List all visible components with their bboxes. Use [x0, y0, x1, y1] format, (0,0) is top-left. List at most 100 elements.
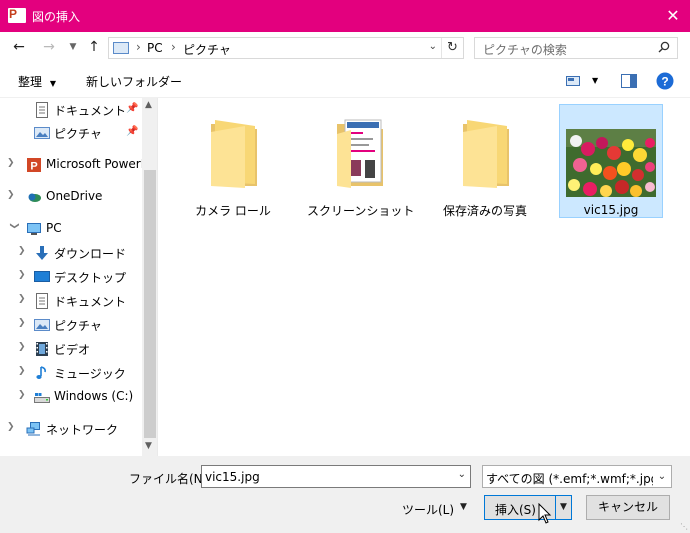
drive-icon: [34, 393, 50, 403]
expand-chevron-icon[interactable]: ❯: [18, 294, 28, 304]
file-item-label: カメラ ロール: [195, 204, 271, 218]
sidebar-scrollbar[interactable]: ▲ ▼: [142, 98, 157, 456]
sidebar-item-videos[interactable]: ❯ ビデオ: [0, 337, 142, 361]
folder-icon: [463, 120, 509, 188]
up-arrow-icon[interactable]: ↑: [85, 38, 103, 56]
insert-label: 挿入(S): [495, 503, 536, 517]
sidebar-item-microsoft-powerpoint[interactable]: ❯ P Microsoft PowerP: [0, 153, 148, 177]
breadcrumb-separator-icon[interactable]: ›: [136, 40, 141, 54]
sidebar-item-downloads[interactable]: ❯ ダウンロード: [0, 241, 142, 265]
onedrive-icon: [28, 193, 41, 202]
file-item-saved-pictures[interactable]: 保存済みの写真: [433, 104, 537, 218]
sidebar-item-label: ドキュメント: [54, 295, 127, 309]
tools-menu-button[interactable]: ツール(L): [402, 501, 454, 518]
file-type-value: すべての図 (*.emf;*.wmf;*.jpg;*.jp: [486, 472, 672, 486]
insert-dropdown-icon[interactable]: ▼: [555, 496, 571, 519]
breadcrumb-separator-icon[interactable]: ›: [171, 40, 176, 54]
scroll-down-arrow-icon[interactable]: ▼: [145, 441, 152, 451]
sidebar-item-label: ピクチャ: [54, 319, 102, 333]
expand-chevron-icon[interactable]: ❯: [18, 246, 28, 256]
file-item-camera-roll[interactable]: カメラ ロール: [181, 104, 285, 218]
expand-chevron-icon[interactable]: ❯: [18, 318, 28, 328]
back-arrow-icon[interactable]: ←: [10, 38, 28, 56]
file-item-label: スクリーンショット: [307, 204, 415, 218]
new-folder-button[interactable]: 新しいフォルダー: [86, 73, 182, 90]
file-type-select[interactable]: すべての図 (*.emf;*.wmf;*.jpg;*.jp ⌄: [482, 465, 672, 488]
collapse-chevron-icon[interactable]: ❯: [9, 222, 19, 232]
desktop-icon: [34, 271, 50, 282]
navigation-pane: ドキュメント 📌 ピクチャ 📌 ❯ P Microsoft PowerP ❯ O…: [0, 98, 158, 456]
sidebar-item-label: ドキュメント: [54, 104, 127, 118]
organize-button[interactable]: 整理 ▼: [18, 73, 56, 90]
cancel-button[interactable]: キャンセル: [586, 495, 670, 520]
sidebar-item-label: ピクチャ: [54, 127, 102, 141]
powerpoint-icon: P: [27, 158, 41, 173]
resize-grip-icon[interactable]: ⋱: [680, 522, 688, 531]
forward-arrow-icon[interactable]: →: [40, 38, 58, 56]
pc-icon: [27, 223, 41, 235]
document-icon: [36, 102, 48, 118]
recent-locations-chevron-icon[interactable]: ▼: [64, 38, 82, 56]
sidebar-item-music[interactable]: ❯ ミュージック: [0, 361, 142, 385]
refresh-icon[interactable]: ↻: [441, 38, 463, 58]
video-icon: [36, 342, 48, 356]
preview-pane-icon[interactable]: [621, 74, 637, 88]
expand-chevron-icon[interactable]: ❯: [7, 422, 17, 432]
insert-button[interactable]: 挿入(S) ▼: [484, 495, 572, 520]
sidebar-item-label: OneDrive: [46, 189, 103, 203]
sidebar-item-pictures-quick[interactable]: ピクチャ 📌: [0, 121, 142, 145]
expand-chevron-icon[interactable]: ❯: [18, 390, 28, 400]
sidebar-item-windows-c[interactable]: ❯ Windows (C:): [0, 385, 142, 409]
expand-chevron-icon[interactable]: ❯: [18, 366, 28, 376]
view-options-icon[interactable]: [566, 74, 584, 88]
expand-chevron-icon[interactable]: ❯: [7, 158, 17, 168]
sidebar-item-label: PC: [46, 221, 62, 235]
pin-icon: 📌: [126, 103, 139, 114]
image-thumbnail: [566, 129, 656, 197]
sidebar-item-desktop[interactable]: ❯ デスクトップ: [0, 265, 142, 289]
scroll-up-arrow-icon[interactable]: ▲: [145, 100, 152, 110]
address-dropdown-icon[interactable]: ⌄: [429, 41, 437, 52]
chevron-down-icon[interactable]: ⌄: [653, 466, 671, 487]
close-button[interactable]: ✕: [656, 0, 690, 32]
command-toolbar: 整理 ▼ 新しいフォルダー ▼ ?: [0, 64, 690, 98]
network-icon: [26, 422, 40, 436]
powerpoint-app-icon: [8, 7, 26, 23]
chevron-down-icon: ▼: [49, 79, 56, 88]
expand-chevron-icon[interactable]: ❯: [18, 270, 28, 280]
address-bar[interactable]: › PC › ピクチャ ⌄ ↻: [108, 37, 464, 59]
sidebar-item-documents[interactable]: ❯ ドキュメント: [0, 289, 142, 313]
file-item-label: 保存済みの写真: [442, 204, 527, 218]
file-item-vic15-jpg[interactable]: vic15.jpg: [559, 104, 663, 218]
pictures-icon: [34, 127, 50, 139]
window-title: 図の挿入: [32, 10, 81, 24]
breadcrumb-pc[interactable]: PC: [147, 41, 163, 55]
expand-chevron-icon[interactable]: ❯: [7, 190, 17, 200]
sidebar-item-label: ミュージック: [54, 367, 126, 381]
filename-input[interactable]: vic15.jpg ⌄: [201, 465, 471, 488]
sidebar-item-pictures[interactable]: ❯ ピクチャ: [0, 313, 142, 337]
scrollbar-thumb[interactable]: [144, 170, 156, 438]
sidebar-item-network[interactable]: ❯ ネットワーク: [0, 417, 142, 441]
tools-dropdown-icon[interactable]: ▼: [460, 502, 467, 512]
help-icon[interactable]: ?: [656, 72, 674, 90]
svg-text:?: ?: [661, 75, 668, 89]
dialog-footer: ファイル名(N): vic15.jpg ⌄ すべての図 (*.emf;*.wmf…: [0, 456, 690, 533]
download-icon: [36, 246, 48, 260]
search-input[interactable]: ピクチャの検索: [474, 37, 678, 59]
file-item-screenshots[interactable]: スクリーンショット: [307, 104, 415, 218]
sidebar-item-documents-quick[interactable]: ドキュメント 📌: [0, 98, 142, 122]
sidebar-item-pc[interactable]: ❯ PC: [0, 217, 142, 241]
expand-chevron-icon[interactable]: ❯: [18, 342, 28, 352]
document-icon: [36, 293, 48, 309]
breadcrumb-pictures[interactable]: ピクチャ: [183, 41, 231, 58]
organize-label: 整理: [18, 75, 43, 89]
view-dropdown-icon[interactable]: ▼: [592, 76, 598, 85]
sidebar-item-label: Windows (C:): [54, 389, 134, 403]
pin-icon: 📌: [126, 126, 139, 137]
sidebar-item-onedrive[interactable]: ❯ OneDrive: [0, 185, 142, 209]
search-icon: [658, 41, 670, 53]
folder-icon: [211, 120, 257, 188]
chevron-down-icon[interactable]: ⌄: [458, 469, 466, 480]
title-bar: 図の挿入 ✕: [0, 0, 690, 32]
